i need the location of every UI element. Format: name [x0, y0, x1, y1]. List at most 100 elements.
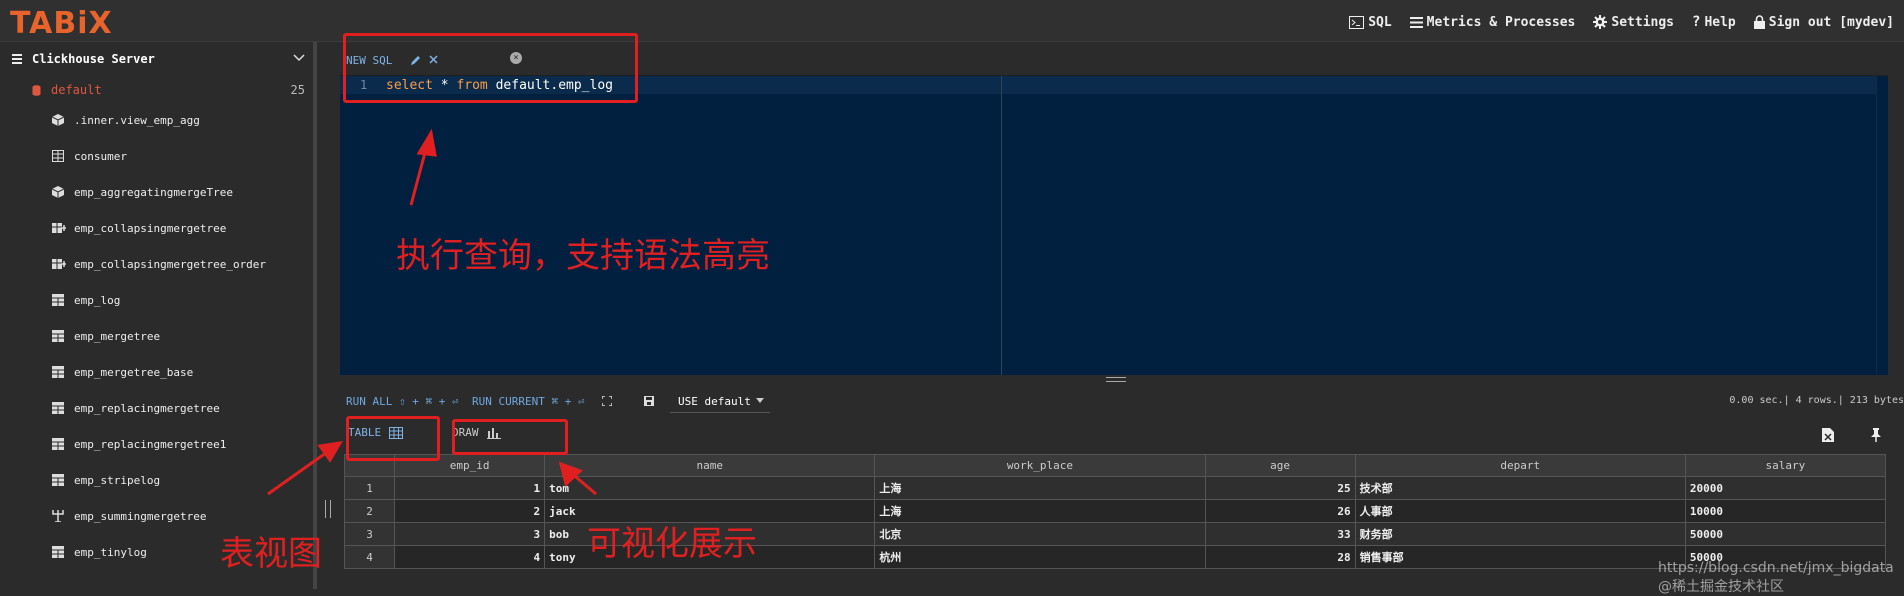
- table-icon: [52, 366, 64, 378]
- sidebar-table-label: emp_replacingmergetree1: [74, 437, 227, 451]
- grid-outline-icon: [52, 150, 64, 162]
- nav-signout[interactable]: Sign out [mydev]: [1753, 14, 1894, 30]
- cell-age[interactable]: 28: [1204, 545, 1356, 569]
- sql-editor[interactable]: 1 select * from default.emp_log: [340, 76, 1888, 375]
- cell-depart[interactable]: 人事部: [1354, 499, 1686, 523]
- sidebar-table-label: emp_tinylog: [74, 545, 147, 559]
- cell-depart[interactable]: 财务部: [1354, 522, 1686, 546]
- sidebar-table-item[interactable]: consumer: [0, 138, 315, 174]
- column-header[interactable]: name: [544, 454, 876, 477]
- export-file-icon[interactable]: [1822, 428, 1834, 442]
- hsplit-grip[interactable]: [1106, 377, 1126, 382]
- highlight-box-table: [346, 416, 440, 461]
- column-header[interactable]: age: [1204, 454, 1356, 477]
- table-plus-icon: [52, 258, 66, 270]
- sidebar-table-label: emp_aggregatingmergeTree: [74, 185, 233, 199]
- run-current-button[interactable]: RUN CURRENT ⌘ + ⏎: [472, 395, 585, 408]
- table-row[interactable]: 3 3 bob 北京 33 财务部 50000: [343, 522, 1887, 546]
- nav-sql-label: SQL: [1368, 14, 1392, 30]
- cell-depart[interactable]: 技术部: [1354, 476, 1686, 500]
- sidebar-table-item[interactable]: emp_replacingmergetree1: [0, 426, 315, 462]
- sidebar-table-label: emp_collapsingmergetree_order: [74, 257, 267, 271]
- query-toolbar: RUN ALL ⇧ + ⌘ + ⏎ RUN CURRENT ⌘ + ⏎ USE …: [340, 387, 1904, 417]
- annotation-query: 执行查询，支持语法高亮: [396, 236, 770, 276]
- pin-icon[interactable]: [1870, 428, 1882, 442]
- app-logo[interactable]: TABiX: [10, 6, 113, 41]
- run-all-button[interactable]: RUN ALL ⇧ + ⌘ + ⏎: [346, 395, 459, 408]
- row-number: 1: [343, 476, 396, 500]
- column-header[interactable]: work_place: [874, 454, 1206, 477]
- table-plus-icon: [52, 222, 66, 234]
- sidebar-table-label: emp_mergetree_base: [74, 365, 194, 379]
- horizontal-splitter[interactable]: [340, 375, 1888, 385]
- gear-icon: [1593, 15, 1608, 29]
- database-select-value: USE default: [678, 395, 751, 408]
- cell-salary[interactable]: 10000: [1684, 499, 1887, 523]
- column-header[interactable]: depart: [1354, 454, 1686, 477]
- cell-salary[interactable]: 20000: [1684, 476, 1887, 500]
- cell-work-place[interactable]: 北京: [874, 522, 1206, 546]
- table-row[interactable]: 2 2 jack 上海 26 人事部 10000: [343, 499, 1887, 523]
- cell-work-place[interactable]: 上海: [874, 476, 1206, 500]
- list-icon: [12, 53, 22, 64]
- splitter-grip[interactable]: [325, 500, 331, 518]
- sidebar: Clickhouse Server default 25 .inner.view…: [0, 42, 317, 589]
- cell-salary[interactable]: 50000: [1684, 522, 1887, 546]
- cell-name[interactable]: tom: [544, 476, 876, 500]
- row-number: 3: [343, 522, 396, 546]
- nav-metrics[interactable]: Metrics & Processes: [1409, 14, 1575, 30]
- cell-depart[interactable]: 销售事部: [1354, 545, 1686, 569]
- database-item[interactable]: default 25: [0, 78, 315, 102]
- fullscreen-icon[interactable]: [602, 396, 612, 406]
- sidebar-table-item[interactable]: emp_log: [0, 282, 315, 318]
- editor-scrollbar[interactable]: [1876, 76, 1888, 375]
- annotation-table-view: 表视图: [220, 534, 322, 574]
- cell-emp-id[interactable]: 1: [394, 476, 546, 500]
- sidebar-table-item[interactable]: .inner.view_emp_agg: [0, 102, 315, 138]
- cell-age[interactable]: 25: [1204, 476, 1356, 500]
- cell-emp-id[interactable]: 4: [394, 545, 546, 569]
- table-row[interactable]: 1 1 tom 上海 25 技术部 20000: [343, 476, 1887, 500]
- database-icon: [32, 84, 41, 96]
- nav-settings[interactable]: Settings: [1593, 14, 1674, 30]
- vertical-splitter[interactable]: [318, 42, 336, 589]
- sidebar-table-item[interactable]: emp_collapsingmergetree_order: [0, 246, 315, 282]
- table-icon: [52, 438, 64, 450]
- sidebar-scrollbar[interactable]: [313, 42, 317, 589]
- highlight-box-draw: [452, 419, 568, 455]
- cell-emp-id[interactable]: 3: [394, 522, 546, 546]
- database-select[interactable]: USE default: [670, 391, 770, 413]
- watermark: https://blog.csdn.net/jmx_bigdata @稀土掘金技…: [1658, 560, 1894, 595]
- server-header[interactable]: Clickhouse Server: [0, 42, 315, 75]
- nav-help[interactable]: ? Help: [1692, 14, 1736, 30]
- database-name: default: [51, 83, 102, 97]
- column-header[interactable]: salary: [1684, 454, 1887, 477]
- table-list: .inner.view_emp_agg consumer emp_aggregati…: [0, 102, 315, 570]
- cell-emp-id[interactable]: 2: [394, 499, 546, 523]
- sidebar-table-item[interactable]: emp_aggregatingmergeTree: [0, 174, 315, 210]
- cell-work-place[interactable]: 上海: [874, 499, 1206, 523]
- sidebar-table-item[interactable]: emp_replacingmergetree: [0, 390, 315, 426]
- annotation-visual: 可视化展示: [587, 524, 757, 564]
- save-icon[interactable]: [644, 396, 654, 406]
- terminal-icon: [1349, 15, 1365, 29]
- sidebar-table-label: consumer: [74, 149, 127, 163]
- sidebar-table-item[interactable]: emp_mergetree_base: [0, 354, 315, 390]
- lock-icon: [1753, 15, 1765, 29]
- trident-icon: [52, 510, 64, 523]
- table-row[interactable]: 4 4 tony 杭州 28 销售事部 50000: [343, 545, 1887, 569]
- sidebar-table-item[interactable]: emp_collapsingmergetree: [0, 210, 315, 246]
- sidebar-table-label: emp_summingmergetree: [74, 509, 207, 523]
- sidebar-table-item[interactable]: emp_mergetree: [0, 318, 315, 354]
- result-tools: [1822, 428, 1882, 442]
- cell-age[interactable]: 26: [1204, 499, 1356, 523]
- table-icon: [52, 330, 64, 342]
- question-icon: ?: [1692, 14, 1701, 30]
- sidebar-table-item[interactable]: emp_stripelog: [0, 462, 315, 498]
- chevron-down-icon[interactable]: [293, 51, 305, 63]
- editor-divider: [1001, 76, 1002, 375]
- table-icon: [52, 474, 64, 486]
- cell-work-place[interactable]: 杭州: [874, 545, 1206, 569]
- nav-sql[interactable]: SQL: [1349, 14, 1392, 30]
- cell-age[interactable]: 33: [1204, 522, 1356, 546]
